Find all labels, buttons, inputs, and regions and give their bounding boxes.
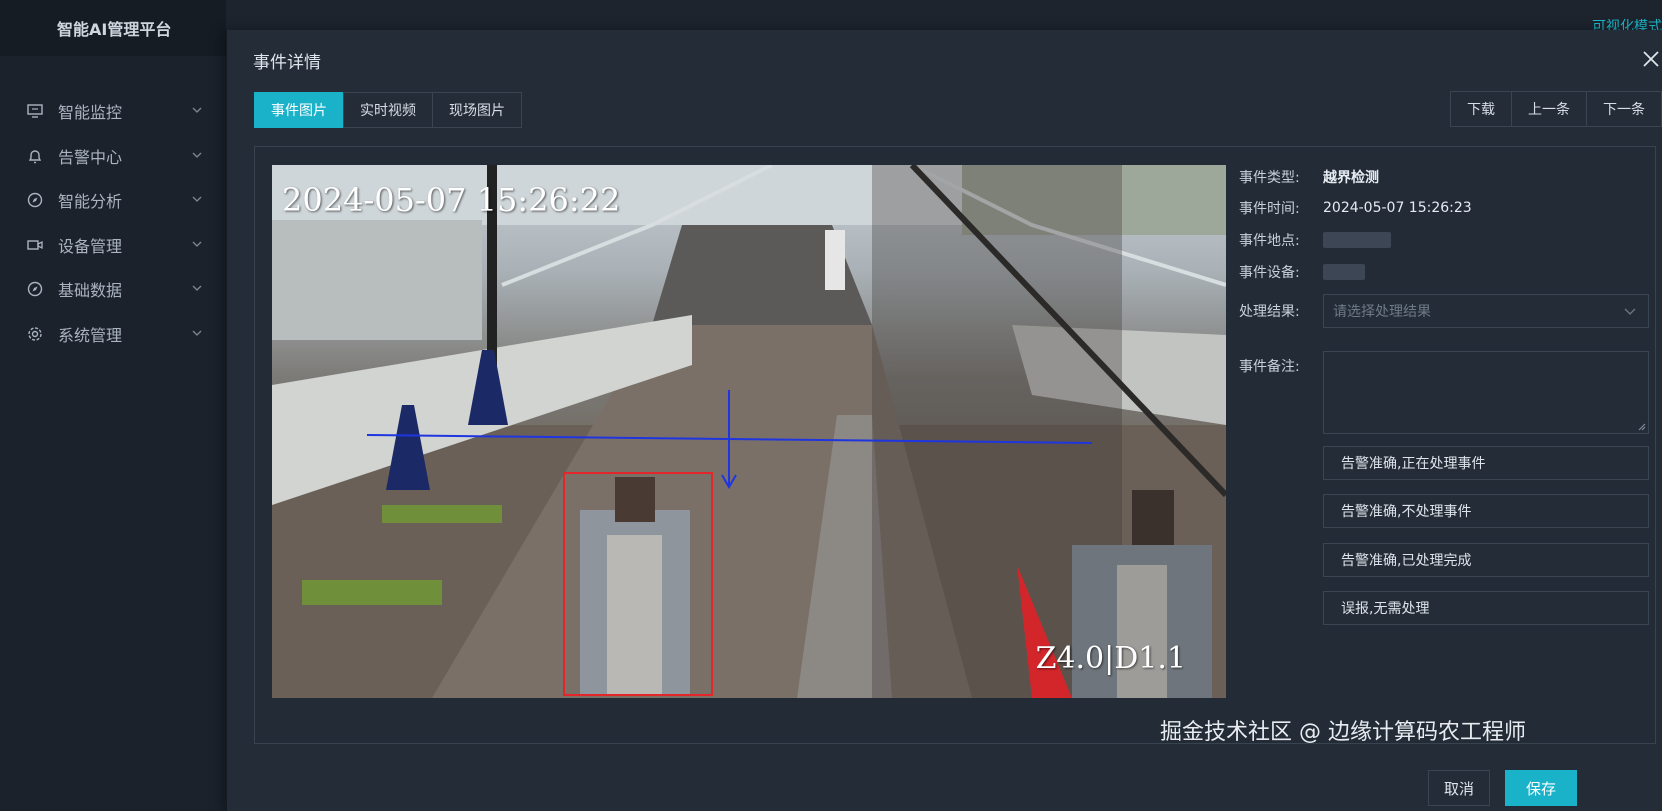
app-title: 智能AI管理平台	[0, 0, 226, 56]
event-time-row: 事件时间: 2024-05-07 15:26:23	[1239, 198, 1472, 218]
chevron-down-icon	[192, 241, 202, 247]
event-place-value-redacted	[1323, 232, 1391, 248]
tab-live-video[interactable]: 实时视频	[343, 92, 433, 128]
sidebar-item-basedata[interactable]: 基础数据	[0, 267, 210, 311]
event-type-value: 越界检测	[1323, 170, 1379, 186]
chevron-down-icon	[192, 196, 202, 202]
event-content: 2024-05-07 15:26:22 Z4.0|D1.1 事件类型: 越界检测…	[254, 146, 1656, 744]
snapshot-timestamp: 2024-05-07 15:26:22	[282, 181, 621, 219]
bell-icon	[26, 147, 44, 165]
result-placeholder: 请选择处理结果	[1333, 304, 1431, 320]
note-label: 事件备注:	[1239, 359, 1300, 375]
sidebar-item-alerts[interactable]: 告警中心	[0, 134, 210, 178]
sidebar-item-analysis[interactable]: 智能分析	[0, 178, 210, 222]
tab-event-image[interactable]: 事件图片	[254, 92, 344, 128]
event-detail-dialog: 事件详情 事件图片 实时视频 现场图片 下载 上一条 下一条 2024-05-0…	[226, 30, 1662, 811]
result-select[interactable]: 请选择处理结果	[1323, 294, 1649, 328]
event-place-label: 事件地点:	[1239, 233, 1300, 249]
result-row: 处理结果:	[1239, 301, 1323, 321]
resize-handle-icon[interactable]	[1638, 423, 1646, 431]
event-type-row: 事件类型: 越界检测	[1239, 167, 1379, 187]
tab-bar: 事件图片 实时视频 现场图片	[254, 92, 522, 128]
close-icon[interactable]	[1640, 48, 1662, 70]
sidebar-item-label: 智能监控	[58, 103, 123, 122]
action-accurate-done-button[interactable]: 告警准确,已处理完成	[1323, 543, 1649, 577]
event-time-value: 2024-05-07 15:26:23	[1323, 200, 1472, 216]
action-false-alarm-button[interactable]: 误报,无需处理	[1323, 591, 1649, 625]
chevron-down-icon	[192, 285, 202, 291]
sidebar-item-label: 设备管理	[58, 237, 123, 256]
snapshot-scene	[272, 165, 1226, 698]
camera-icon	[26, 236, 44, 254]
result-label: 处理结果:	[1239, 304, 1300, 320]
chevron-down-icon	[192, 330, 202, 336]
event-time-label: 事件时间:	[1239, 201, 1300, 217]
event-device-value-redacted	[1323, 264, 1365, 280]
note-textarea[interactable]	[1323, 351, 1649, 434]
sidebar-item-label: 基础数据	[58, 281, 123, 300]
event-place-row: 事件地点:	[1239, 230, 1391, 250]
dialog-title: 事件详情	[253, 53, 321, 73]
gear-icon	[26, 325, 44, 343]
sidebar-item-devices[interactable]: 设备管理	[0, 223, 210, 267]
prev-record-button[interactable]: 上一条	[1511, 91, 1587, 127]
sidebar: 智能监控 告警中心 智能分析 设备管理 基础数据 系统管理	[0, 56, 226, 811]
event-snapshot: 2024-05-07 15:26:22 Z4.0|D1.1	[272, 165, 1226, 698]
event-device-row: 事件设备:	[1239, 262, 1365, 282]
event-device-label: 事件设备:	[1239, 265, 1300, 281]
chevron-down-icon	[192, 107, 202, 113]
sidebar-item-label: 智能分析	[58, 192, 123, 211]
cancel-button[interactable]: 取消	[1428, 770, 1490, 806]
save-button[interactable]: 保存	[1505, 770, 1577, 806]
chevron-down-icon	[1624, 308, 1636, 315]
monitor-icon	[26, 102, 44, 120]
action-accurate-ignore-button[interactable]: 告警准确,不处理事件	[1323, 494, 1649, 528]
compass-icon	[26, 191, 44, 209]
sidebar-item-monitor[interactable]: 智能监控	[0, 89, 210, 133]
download-button[interactable]: 下载	[1450, 91, 1512, 127]
compass-icon	[26, 280, 44, 298]
snapshot-zoom-readout: Z4.0|D1.1	[1035, 641, 1186, 676]
watermark-text: 掘金技术社区 @ 边缘计算码农工程师	[1160, 720, 1526, 745]
sidebar-item-system[interactable]: 系统管理	[0, 312, 210, 356]
record-nav: 下载 上一条 下一条	[1450, 91, 1662, 127]
next-record-button[interactable]: 下一条	[1586, 91, 1662, 127]
sidebar-item-label: 告警中心	[58, 148, 123, 167]
event-type-label: 事件类型:	[1239, 170, 1300, 186]
action-accurate-processing-button[interactable]: 告警准确,正在处理事件	[1323, 446, 1649, 480]
note-row: 事件备注:	[1239, 356, 1323, 376]
sidebar-item-label: 系统管理	[58, 326, 123, 345]
tab-scene-image[interactable]: 现场图片	[432, 92, 522, 128]
chevron-down-icon	[192, 152, 202, 158]
